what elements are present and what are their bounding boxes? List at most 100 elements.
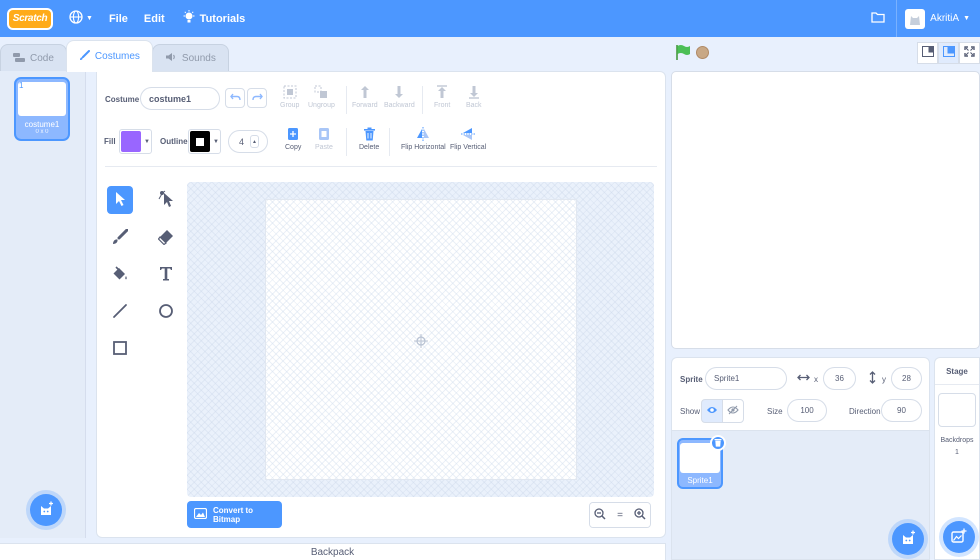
backward-button[interactable]: Backward	[384, 85, 415, 109]
edit-menu[interactable]: Edit	[136, 0, 173, 37]
file-menu[interactable]: File	[101, 0, 136, 37]
tab-costumes[interactable]: Costumes	[65, 40, 153, 72]
delete-button[interactable]: Delete	[359, 127, 379, 151]
outline-width-value: 4	[239, 136, 245, 147]
reshape-tool[interactable]	[153, 186, 179, 214]
show-label: Show	[680, 407, 701, 416]
outline-color-picker[interactable]: ▼	[188, 129, 221, 154]
eraser-tool[interactable]	[153, 224, 179, 252]
undo-button[interactable]	[225, 88, 245, 108]
sprite-name-input[interactable]: Sprite1	[705, 367, 787, 390]
costume-tile[interactable]: 1 costume1 0 x 0	[14, 77, 70, 141]
group-button[interactable]: Group	[280, 85, 299, 109]
paint-canvas-area[interactable]	[187, 182, 654, 497]
convert-to-bitmap-button[interactable]: Convert to Bitmap	[187, 501, 282, 528]
normal-stage-button[interactable]	[938, 42, 959, 64]
rectangle-tool[interactable]	[107, 335, 133, 363]
direction-input[interactable]: 90	[881, 399, 922, 422]
forward-button[interactable]: Forward	[352, 85, 378, 109]
language-menu[interactable]: ▼	[61, 0, 101, 37]
my-stuff-button[interactable]	[860, 11, 896, 26]
backdrop-thumbnail[interactable]	[938, 393, 976, 427]
green-flag-icon[interactable]	[675, 44, 691, 64]
horizontal-arrows-icon	[797, 373, 810, 385]
eraser-icon	[157, 229, 174, 248]
hide-sprite-button[interactable]	[722, 399, 744, 423]
costume-number: 1	[19, 81, 24, 90]
backpack-toggle[interactable]: Backpack	[0, 543, 666, 560]
brush-tool[interactable]	[107, 224, 133, 252]
caret-down-icon: ▼	[144, 138, 150, 145]
costume-list: 1 costume1 0 x 0	[0, 71, 86, 538]
stage-canvas[interactable]	[671, 71, 980, 349]
delete-sprite-button[interactable]	[710, 435, 726, 451]
tab-label: Sounds	[181, 53, 216, 64]
chevron-down-icon: ▼	[963, 15, 970, 22]
line-tool[interactable]	[107, 298, 133, 326]
stage-selector[interactable]: Stage Backdrops 1	[934, 357, 980, 560]
choose-backdrop-button[interactable]	[943, 521, 975, 553]
backdrops-count: 1	[955, 449, 959, 456]
convert-label: Convert to Bitmap	[213, 505, 253, 524]
backdrop-add-icon	[951, 528, 967, 547]
backward-label: Backward	[384, 102, 415, 109]
back-button[interactable]: Back	[466, 85, 482, 109]
fill-label: Fill	[104, 137, 116, 146]
line-icon	[112, 303, 128, 322]
fill-tool[interactable]	[107, 261, 133, 289]
editor-tabs: Code Costumes Sounds	[0, 40, 229, 72]
choose-sprite-button[interactable]	[892, 523, 924, 555]
circle-tool[interactable]	[153, 298, 179, 326]
paste-button[interactable]: Paste	[315, 127, 333, 151]
costume-name-input[interactable]: costume1	[140, 87, 220, 110]
flip-vertical-button[interactable]: Flip Vertical	[450, 127, 486, 151]
tab-sounds[interactable]: Sounds	[151, 44, 229, 72]
account-menu[interactable]: AkritiA ▼	[896, 0, 980, 37]
paint-canvas[interactable]	[265, 199, 577, 480]
y-input[interactable]: 28	[891, 367, 922, 390]
choose-costume-button[interactable]	[30, 494, 62, 526]
copy-button[interactable]: Copy	[285, 127, 301, 151]
redo-icon	[251, 92, 263, 104]
stage-size-controls	[917, 42, 980, 64]
redo-button[interactable]	[247, 88, 267, 108]
select-tool[interactable]	[107, 186, 133, 214]
x-input[interactable]: 36	[823, 367, 856, 390]
stop-icon[interactable]	[696, 46, 709, 59]
copy-label: Copy	[285, 144, 302, 151]
size-input[interactable]: 100	[787, 399, 827, 422]
front-button[interactable]: Front	[434, 85, 450, 109]
scratch-logo[interactable]: Scratch	[7, 7, 53, 30]
toolbar-divider	[346, 128, 347, 156]
toolbar-divider	[422, 86, 423, 114]
eye-icon	[706, 405, 718, 418]
text-tool[interactable]	[153, 261, 179, 289]
ungroup-button[interactable]: Ungroup	[308, 85, 335, 109]
paste-label: Paste	[315, 144, 333, 151]
normal-stage-icon	[942, 46, 955, 60]
flip-horizontal-button[interactable]: Flip Horizontal	[401, 127, 446, 151]
cat-add-icon	[899, 529, 917, 550]
zoom-in-button[interactable]	[630, 503, 650, 527]
tab-code[interactable]: Code	[0, 44, 67, 72]
zoom-out-button[interactable]	[590, 503, 610, 527]
stage-title: Stage	[946, 367, 968, 376]
stage-header	[671, 40, 980, 68]
flip-vertical-icon	[461, 127, 476, 141]
tutorials-menu[interactable]: Tutorials	[175, 0, 254, 37]
small-stage-button[interactable]	[917, 42, 938, 64]
sprite-tile[interactable]: Sprite1	[677, 435, 726, 489]
y-label: y	[882, 375, 886, 384]
width-stepper[interactable]: ▲	[250, 135, 260, 148]
zoom-reset-button[interactable]: =	[610, 503, 630, 527]
sprite-label: Sprite	[680, 375, 703, 384]
x-label: x	[814, 375, 818, 384]
fullscreen-button[interactable]	[959, 42, 980, 64]
fill-color-picker[interactable]: ▼	[119, 129, 152, 154]
sprite-tile-name: Sprite1	[687, 476, 713, 485]
costume-name: costume1	[24, 120, 60, 129]
center-crosshair-icon	[414, 334, 428, 351]
delete-label: Delete	[359, 144, 380, 151]
show-sprite-button[interactable]	[701, 399, 723, 423]
outline-width-input[interactable]: 4 ▲	[228, 130, 268, 153]
